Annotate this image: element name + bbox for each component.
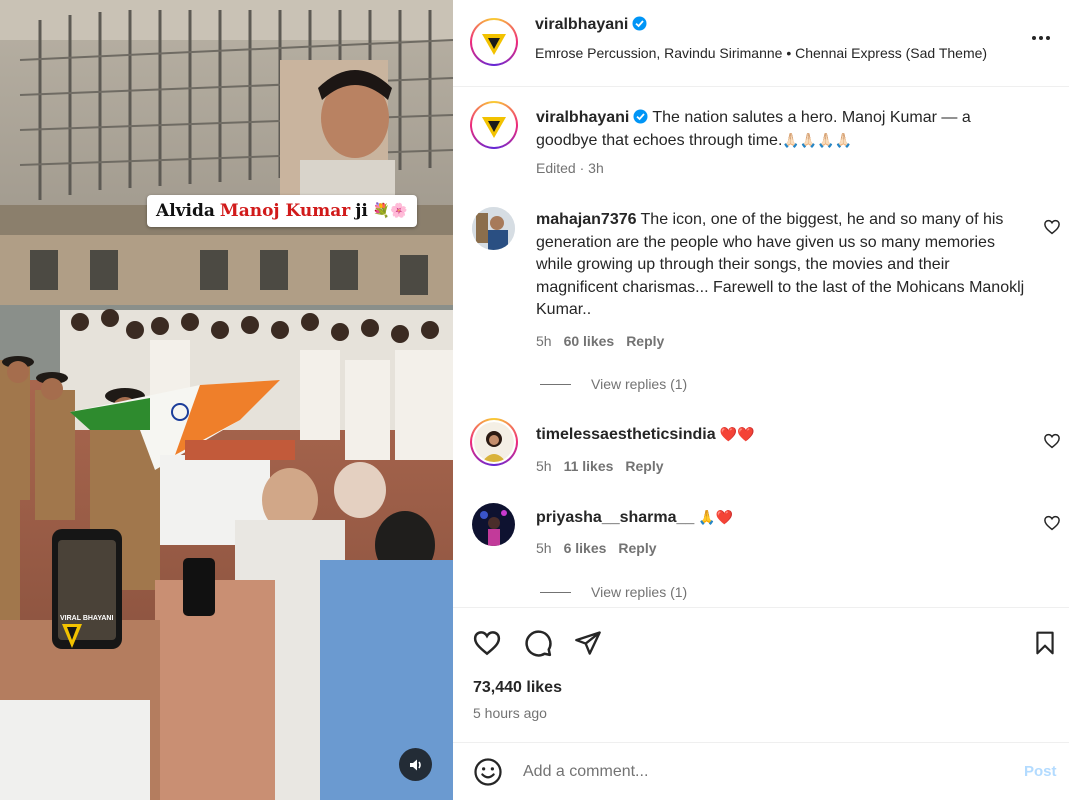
more-options-button[interactable] [1026, 26, 1056, 50]
user-photo [472, 503, 515, 546]
caption-username[interactable]: viralbhayani [536, 109, 629, 126]
comment-age: 5h [536, 458, 552, 474]
audio-track[interactable]: Emrose Percussion, Ravindu Sirimanne • C… [535, 45, 987, 61]
comment-input[interactable] [523, 759, 993, 785]
comment-username[interactable]: mahajan7376 [536, 211, 637, 228]
comment-icon [525, 630, 552, 657]
save-button[interactable] [1029, 627, 1061, 659]
sound-toggle-button[interactable] [399, 748, 432, 781]
overlay-name: Manoj Kumar [219, 201, 351, 221]
comment-username[interactable]: priyasha__sharma__ [536, 509, 694, 526]
comment-body: mahajan7376 The icon, one of the biggest,… [536, 209, 1026, 322]
divider-line [540, 591, 571, 593]
overlay-emoji: 💐🌸 [372, 203, 408, 219]
comment-likes[interactable]: 11 likes [564, 458, 614, 474]
header-username[interactable]: viralbhayani [535, 16, 628, 33]
speaker-icon [409, 759, 421, 770]
comment-meta: 5h 6 likes Reply [536, 540, 657, 556]
header-username-row: viralbhayani [535, 16, 647, 34]
user-photo [474, 422, 514, 462]
comment-emojis: ❤️❤️ [719, 427, 755, 443]
post-time: 5 hours ago [473, 705, 547, 721]
view-replies-button[interactable]: View replies (1) [540, 376, 687, 392]
comment-reply-button[interactable]: Reply [625, 458, 663, 474]
comment-likes[interactable]: 60 likes [564, 333, 615, 349]
like-button[interactable] [471, 627, 503, 659]
comment-like-heart-icon[interactable] [1043, 432, 1061, 450]
comment-avatar[interactable] [470, 418, 518, 466]
comment-body: priyasha__sharma__ 🙏❤️ [536, 507, 1026, 530]
comment-age: 5h [536, 333, 552, 349]
comment-like-heart-icon[interactable] [1043, 514, 1061, 532]
comment-avatar[interactable] [472, 503, 515, 546]
comment-avatar[interactable] [472, 207, 515, 250]
caption-meta: Edited · 3h [536, 160, 604, 176]
bookmark-icon [1036, 631, 1054, 655]
comment-body: timelessaestheticsindia ❤️❤️ [536, 424, 1026, 447]
viral-logo-icon [482, 34, 506, 55]
view-replies-button[interactable]: View replies (1) [540, 584, 687, 600]
post-header: viralbhayani Emrose Percussion, Ravindu … [453, 0, 1069, 87]
title-overlay: Alvida Manoj Kumar ji 💐🌸 [147, 195, 417, 227]
comment-meta: 5h 11 likes Reply [536, 458, 664, 474]
overlay-suffix: ji [355, 201, 368, 221]
post-media[interactable]: VIRAL BHAYANI Alvida Manoj Kumar ji 💐🌸 [0, 0, 453, 800]
comment-likes[interactable]: 6 likes [564, 540, 607, 556]
viral-logo-icon [482, 117, 506, 138]
verified-badge-icon [632, 16, 647, 31]
add-comment-bar: Post [453, 742, 1069, 800]
view-replies-label: View replies (1) [591, 376, 688, 392]
heart-icon [473, 631, 501, 656]
smiley-icon[interactable] [473, 757, 503, 787]
post-comment-button[interactable]: Post [1024, 763, 1057, 780]
post-panel: viralbhayani Emrose Percussion, Ravindu … [453, 0, 1069, 800]
post-actions: 73,440 likes 5 hours ago [453, 607, 1069, 749]
edited-label: Edited [536, 160, 576, 176]
more-horizontal-icon [1032, 36, 1036, 40]
post-caption: viralbhayani The nation salutes a hero. M… [536, 106, 1016, 153]
share-button[interactable] [572, 627, 604, 659]
verified-badge-icon [633, 109, 648, 124]
comment-username[interactable]: timelessaestheticsindia [536, 426, 716, 443]
comment-emojis: 🙏❤️ [698, 510, 734, 526]
caption-avatar[interactable] [470, 101, 518, 149]
overlay-prefix: Alvida [156, 201, 215, 221]
comment-reply-button[interactable]: Reply [626, 333, 664, 349]
comment-reply-button[interactable]: Reply [618, 540, 656, 556]
view-replies-label: View replies (1) [591, 584, 688, 600]
comment-age: 5h [536, 540, 552, 556]
profile-avatar[interactable] [470, 18, 518, 66]
comment-like-heart-icon[interactable] [1043, 218, 1061, 236]
watermark-text: VIRAL BHAYANI [60, 615, 113, 622]
comment-button[interactable] [522, 627, 554, 659]
caption-emojis: 🙏🏻🙏🏻🙏🏻🙏🏻 [782, 133, 853, 149]
like-count[interactable]: 73,440 likes [473, 679, 562, 697]
funeral-photo: VIRAL BHAYANI [0, 0, 453, 800]
comment-meta: 5h 60 likes Reply [536, 333, 664, 349]
paper-plane-icon [575, 631, 601, 655]
user-photo [472, 207, 515, 250]
divider-line [540, 383, 571, 385]
caption-age: 3h [588, 160, 604, 176]
